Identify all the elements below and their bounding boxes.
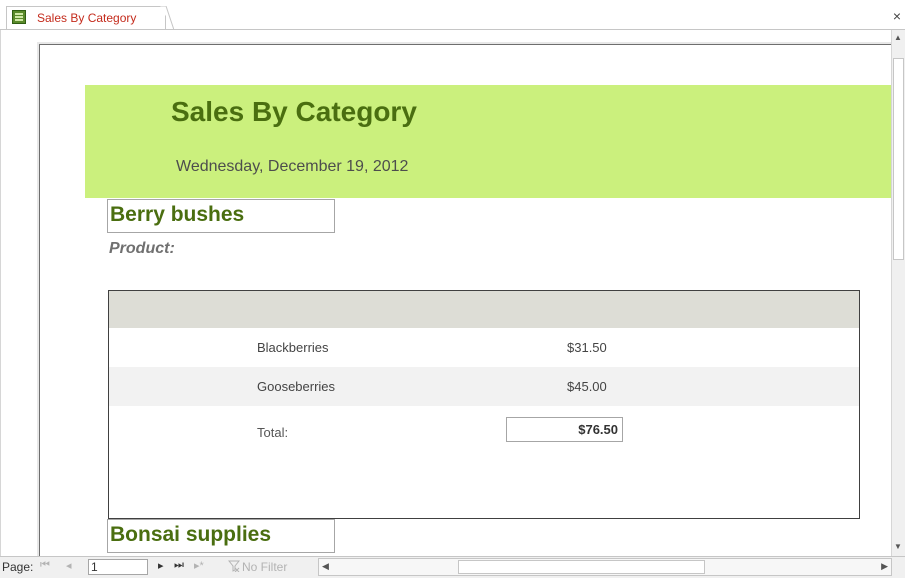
previous-page-icon[interactable]: ◂ — [66, 559, 72, 572]
product-name: Blackberries — [257, 340, 329, 355]
page-number-input[interactable]: 1 — [88, 559, 148, 575]
vertical-scroll-thumb[interactable] — [893, 58, 904, 260]
last-page-icon[interactable]: ⏭ — [174, 559, 184, 572]
category-group-header: Berry bushes — [107, 199, 335, 233]
scroll-up-icon[interactable]: ▲ — [894, 33, 902, 42]
horizontal-scroll-thumb[interactable] — [458, 560, 705, 574]
total-box: $76.50 — [506, 417, 623, 442]
scroll-right-icon[interactable]: ▶ — [881, 561, 888, 572]
next-page-icon[interactable]: ▸ — [158, 559, 164, 572]
total-value: $76.50 — [578, 422, 618, 437]
subreport-header — [109, 291, 859, 328]
report-viewport: Sales By Category Wednesday, December 19… — [0, 30, 892, 556]
product-label: Product: — [109, 240, 175, 257]
filter-status[interactable]: No Filter — [242, 560, 287, 574]
horizontal-scrollbar[interactable]: ◀ ▶ — [318, 558, 892, 576]
category-group-header: Bonsai supplies — [107, 519, 335, 553]
first-page-icon[interactable]: ⏮ — [40, 559, 50, 572]
report-date: Wednesday, December 19, 2012 — [176, 158, 409, 175]
table-row: Blackberries $31.50 — [109, 328, 859, 367]
total-label: Total: — [257, 425, 289, 440]
tab-edge — [160, 6, 174, 30]
category-name: Bonsai supplies — [110, 523, 272, 546]
table-row: Gooseberries $45.00 — [109, 367, 859, 406]
page-label: Page: — [2, 560, 34, 574]
record-navigation-bar: Page: ⏮ ◂ 1 ▸ ⏭ ▸* No Filter ◀ ▶ — [0, 556, 905, 578]
tab-sales-by-category[interactable]: Sales By Category — [6, 6, 166, 30]
report-icon — [12, 10, 26, 24]
product-subreport: Blackberries $31.50 Gooseberries $45.00 … — [108, 290, 860, 519]
close-icon[interactable]: × — [893, 9, 901, 23]
tab-label: Sales By Category — [37, 11, 137, 25]
product-name: Gooseberries — [257, 379, 336, 394]
product-amount: $45.00 — [567, 379, 607, 394]
category-name: Berry bushes — [110, 203, 245, 226]
scroll-left-icon[interactable]: ◀ — [322, 561, 329, 572]
report-title: Sales By Category — [171, 96, 417, 127]
new-record-icon[interactable]: ▸* — [194, 559, 204, 572]
product-amount: $31.50 — [567, 340, 607, 355]
filter-icon[interactable] — [228, 560, 240, 572]
vertical-scrollbar[interactable]: ▲ ▼ — [891, 30, 905, 556]
scroll-down-icon[interactable]: ▼ — [894, 542, 902, 551]
document-tab-strip: Sales By Category × — [0, 0, 905, 30]
